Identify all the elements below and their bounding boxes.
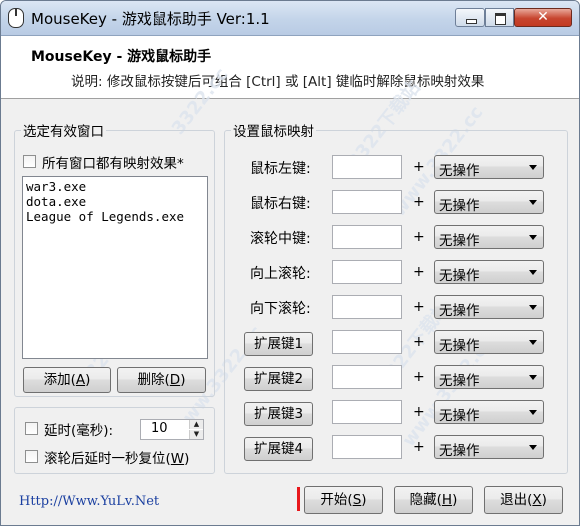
ext-key-1-button[interactable]: 扩展键1	[244, 332, 313, 356]
start-button[interactable]: 开始(S)	[304, 486, 383, 514]
chevron-down-icon	[529, 375, 537, 380]
all-windows-checkbox[interactable]	[23, 155, 36, 168]
maximize-icon	[495, 13, 506, 25]
close-button[interactable]: ✕	[514, 8, 572, 27]
plus-sign: +	[413, 194, 425, 210]
mapping-label-right-button: 鼠标右键:	[250, 196, 311, 212]
mapping-key-middle-button[interactable]	[332, 225, 402, 249]
website-link[interactable]: Http://Www.YuLv.Net	[19, 494, 159, 509]
ext-key-3-button[interactable]: 扩展键3	[244, 402, 313, 426]
header-title: MouseKey - 游戏鼠标助手	[31, 49, 212, 65]
app-window: MouseKey - 游戏鼠标助手 Ver:1.1 ✕ MouseKey - 游…	[0, 0, 580, 526]
mapping-key-ext-4[interactable]	[332, 435, 402, 459]
plus-sign: +	[413, 369, 425, 385]
mapping-title: 设置鼠标映射	[231, 120, 316, 140]
hide-button-label: 隐藏(H)	[409, 492, 458, 508]
delay-spinner[interactable]: 10 ▲ ▼	[140, 419, 204, 440]
mapping-action-wheel-down[interactable]: 无操作	[434, 295, 544, 319]
delay-checkbox[interactable]	[25, 422, 38, 435]
mapping-label-wheel-up: 向上滚轮:	[250, 266, 311, 282]
mapping-label-middle-button: 滚轮中键:	[250, 231, 311, 247]
chevron-down-icon	[529, 165, 537, 170]
ext-key-4-button[interactable]: 扩展键4	[244, 437, 313, 461]
wheel-reset-label[interactable]: 滚轮后延时一秒复位(W)	[44, 447, 189, 467]
mouse-icon	[8, 8, 24, 28]
mapping-action-ext-2[interactable]: 无操作	[434, 365, 544, 389]
delete-button[interactable]: 删除(D)	[117, 367, 206, 393]
delete-button-label: 删除(D)	[137, 372, 186, 388]
plus-sign: +	[413, 334, 425, 350]
mapping-key-ext-3[interactable]	[332, 400, 402, 424]
maximize-button[interactable]	[485, 8, 514, 27]
delay-value[interactable]: 10	[151, 421, 168, 436]
delay-label[interactable]: 延时(毫秒):	[44, 419, 113, 439]
chevron-down-icon	[529, 305, 537, 310]
mapping-action-right-button[interactable]: 无操作	[434, 190, 544, 214]
spin-down-icon[interactable]: ▼	[189, 430, 203, 439]
mapping-key-left-button[interactable]	[332, 155, 402, 179]
wheel-reset-checkbox[interactable]	[25, 450, 38, 463]
window-list[interactable]: war3.exe dota.exe League of Legends.exe	[22, 176, 208, 359]
chevron-down-icon	[529, 445, 537, 450]
close-icon: ✕	[537, 9, 549, 25]
accent-marker	[297, 487, 300, 511]
mapping-action-left-button[interactable]: 无操作	[434, 155, 544, 179]
list-item[interactable]: League of Legends.exe	[26, 209, 204, 224]
chevron-down-icon	[529, 235, 537, 240]
minimize-icon	[466, 19, 477, 24]
mapping-action-ext-3[interactable]: 无操作	[434, 400, 544, 424]
header-panel: MouseKey - 游戏鼠标助手 说明: 修改鼠标按键后可组合 [Ctrl] …	[1, 36, 579, 99]
ext-key-2-button[interactable]: 扩展键2	[244, 367, 313, 391]
minimize-button[interactable]	[455, 8, 485, 27]
spin-up-icon[interactable]: ▲	[189, 420, 203, 429]
mapping-action-wheel-up[interactable]: 无操作	[434, 260, 544, 284]
mapping-key-ext-2[interactable]	[332, 365, 402, 389]
chevron-down-icon	[529, 200, 537, 205]
hide-button[interactable]: 隐藏(H)	[394, 486, 473, 514]
plus-sign: +	[413, 439, 425, 455]
mapping-label-wheel-down: 向下滚轮:	[250, 301, 311, 317]
chevron-down-icon	[529, 270, 537, 275]
plus-sign: +	[413, 299, 425, 315]
start-button-label: 开始(S)	[320, 492, 367, 508]
list-item[interactable]: war3.exe	[26, 179, 204, 194]
mapping-key-right-button[interactable]	[332, 190, 402, 214]
list-item[interactable]: dota.exe	[26, 194, 204, 209]
exit-button[interactable]: 退出(X)	[484, 486, 563, 514]
mapping-key-wheel-down[interactable]	[332, 295, 402, 319]
mapping-key-ext-1[interactable]	[332, 330, 402, 354]
mapping-label-left-button: 鼠标左键:	[250, 161, 311, 177]
chevron-down-icon	[529, 410, 537, 415]
plus-sign: +	[413, 159, 425, 175]
add-button-label: 添加(A)	[43, 372, 91, 388]
add-button[interactable]: 添加(A)	[23, 367, 111, 393]
plus-sign: +	[413, 404, 425, 420]
mapping-key-wheel-up[interactable]	[332, 260, 402, 284]
header-description: 说明: 修改鼠标按键后可组合 [Ctrl] 或 [Alt] 键临时解除鼠标映射效…	[71, 74, 485, 90]
window-select-title: 选定有效窗口	[21, 120, 106, 140]
title-bar[interactable]: MouseKey - 游戏鼠标助手 Ver:1.1 ✕	[1, 1, 579, 36]
mapping-action-middle-button[interactable]: 无操作	[434, 225, 544, 249]
window-title: MouseKey - 游戏鼠标助手 Ver:1.1	[31, 10, 270, 28]
plus-sign: +	[413, 264, 425, 280]
mapping-action-ext-1[interactable]: 无操作	[434, 330, 544, 354]
all-windows-label[interactable]: 所有窗口都有映射效果*	[42, 152, 184, 172]
chevron-down-icon	[529, 340, 537, 345]
exit-button-label: 退出(X)	[500, 492, 547, 508]
plus-sign: +	[413, 229, 425, 245]
mapping-action-ext-4[interactable]: 无操作	[434, 435, 544, 459]
